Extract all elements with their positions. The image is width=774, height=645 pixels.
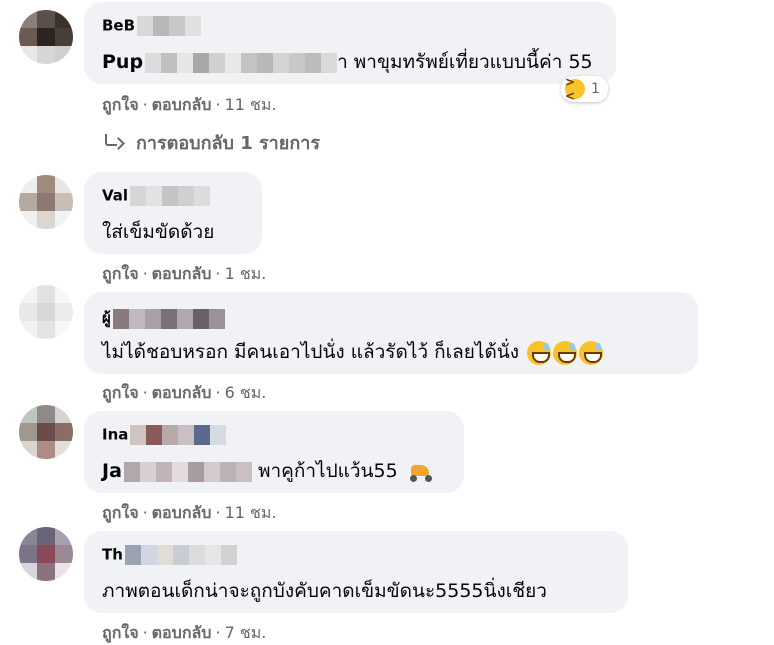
comment-actions: ถูกใจ · ตอบกลับ · 11 ชม. [102, 95, 277, 114]
comment-bubble: ผู้ ไม่ได้ชอบหรอก มีคนเอาไปนั่ง แล้วรัดไ… [84, 292, 698, 374]
sweat-smile-emoji-icon [579, 340, 604, 365]
like-button[interactable]: ถูกใจ [102, 264, 139, 283]
comment-time[interactable]: 11 ชม. [225, 95, 277, 114]
comment-author[interactable]: Ina [102, 425, 227, 445]
like-button[interactable]: ถูกใจ [102, 95, 139, 114]
sweat-smile-emoji-icon [527, 340, 552, 365]
laughing-emoji-icon: >< [565, 75, 585, 103]
blurred-name [130, 425, 227, 445]
reply-button[interactable]: ตอบกลับ [152, 95, 212, 114]
comment-time[interactable]: 7 ชม. [225, 623, 267, 642]
reply-button[interactable]: ตอบกลับ [152, 264, 212, 283]
comment-author[interactable]: Th [102, 545, 237, 565]
comment-text: ไม่ได้ชอบหรอก มีคนเอาไปนั่ง แล้วรัดไว้ ก… [102, 337, 604, 367]
avatar[interactable] [19, 527, 73, 581]
comment-text: Pup า พาขุมทรัพย์เที่ยวแบบนี้ค่า 55 [102, 51, 593, 73]
comment-time[interactable]: 1 ชม. [225, 264, 267, 283]
comment-author[interactable]: BeB [102, 16, 202, 36]
like-button[interactable]: ถูกใจ [102, 623, 139, 642]
comment-author[interactable]: ผู้ [102, 306, 225, 330]
blurred-name [137, 16, 202, 36]
blurred-name [130, 186, 211, 206]
reaction-badge[interactable]: >< 1 [561, 75, 608, 103]
avatar[interactable] [19, 405, 73, 459]
comment-time[interactable]: 11 ชม. [225, 503, 277, 522]
sweat-smile-emoji-icon [553, 340, 578, 365]
reply-button[interactable]: ตอบกลับ [152, 623, 212, 642]
comment-bubble: Val ใส่เข็มขัดด้วย [84, 172, 262, 254]
comment-actions: ถูกใจ · ตอบกลับ · 1 ชม. [102, 264, 267, 283]
comment-actions: ถูกใจ · ตอบกลับ · 7 ชม. [102, 623, 267, 642]
comment-author[interactable]: Val [102, 186, 211, 206]
blurred-mention [123, 461, 252, 482]
comment-time[interactable]: 6 ชม. [225, 383, 267, 402]
comment-bubble: BeB Pup า พาขุมทรัพย์เที่ยวแบบนี้ค่า 55 [84, 2, 616, 84]
avatar[interactable] [19, 285, 73, 339]
blurred-name [124, 545, 237, 565]
comment-bubble: Ina Ja พาคูก้าไปแว้น55 [84, 411, 464, 493]
reaction-count: 1 [591, 81, 600, 97]
comment-actions: ถูกใจ · ตอบกลับ · 6 ชม. [102, 383, 267, 402]
avatar[interactable] [19, 10, 73, 64]
view-replies-link[interactable]: การตอบกลับ 1 รายการ [102, 128, 320, 157]
comment-text: ใส่เข็มขัดด้วย [102, 221, 215, 243]
comment-text: Ja พาคูก้าไปแว้น55 [102, 456, 434, 486]
reply-arrow-icon [102, 133, 124, 152]
comment-actions: ถูกใจ · ตอบกลับ · 11 ชม. [102, 503, 277, 522]
reply-button[interactable]: ตอบกลับ [152, 503, 212, 522]
like-button[interactable]: ถูกใจ [102, 383, 139, 402]
comment-text: ภาพตอนเด็กน่าจะถูกบังคับคาดเข็มขัดนะ5555… [102, 580, 547, 602]
like-button[interactable]: ถูกใจ [102, 503, 139, 522]
reply-button[interactable]: ตอบกลับ [152, 383, 212, 402]
blurred-mention [145, 52, 338, 73]
comment-bubble: Th ภาพตอนเด็กน่าจะถูกบังคับคาดเข็มขัดนะ5… [84, 531, 628, 613]
scooter-emoji-icon [408, 462, 434, 482]
avatar[interactable] [19, 175, 73, 229]
blurred-name [112, 308, 225, 329]
